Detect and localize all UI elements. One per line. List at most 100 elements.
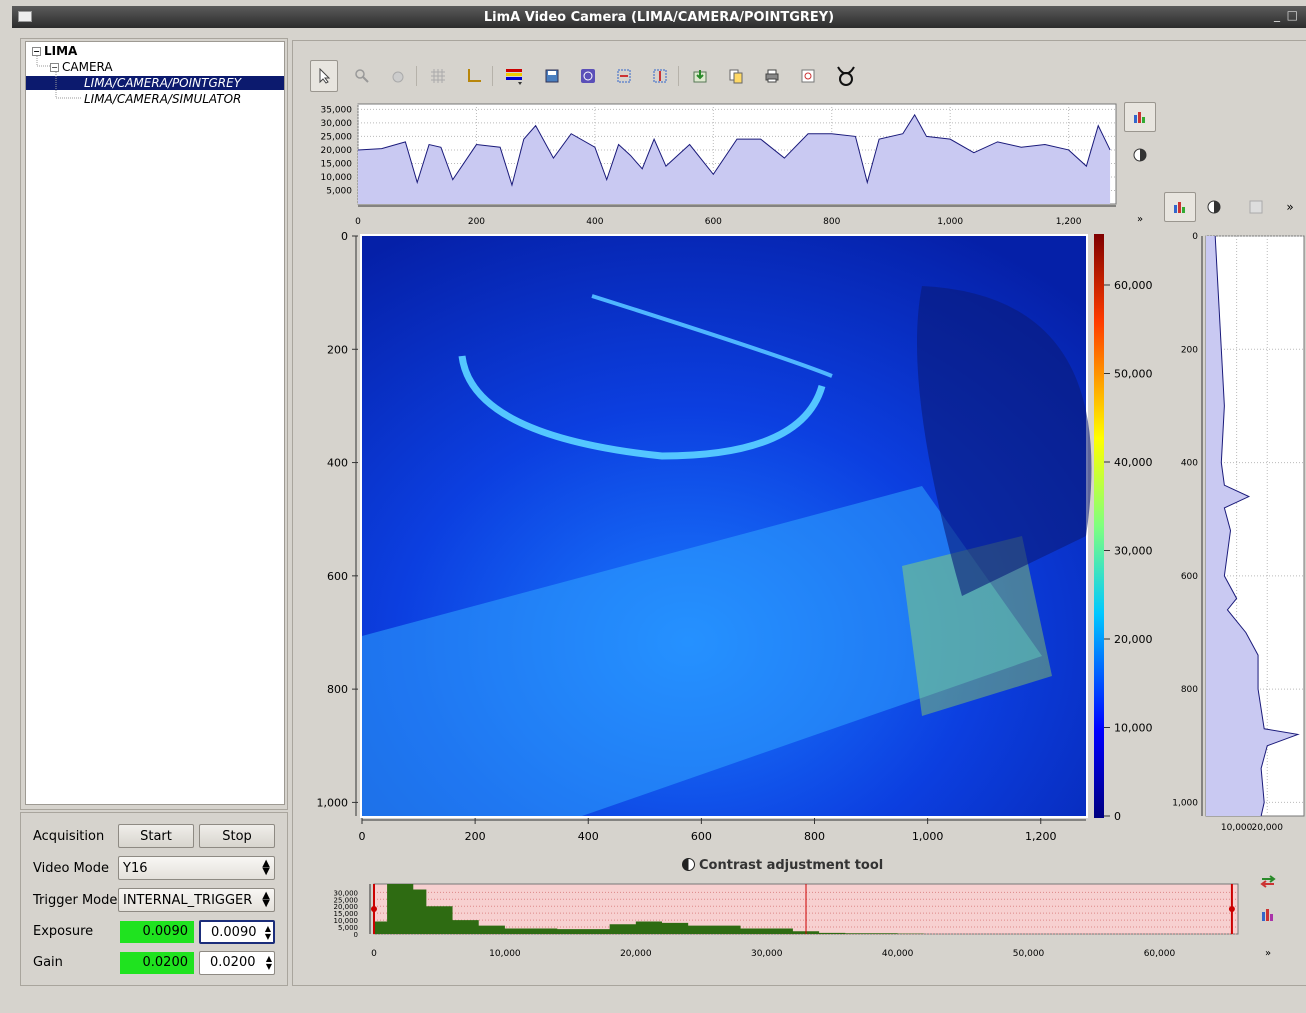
y-tick-label: 1,000	[317, 796, 349, 809]
roi-icon[interactable]	[610, 60, 638, 92]
minimize-button[interactable]: _	[1274, 8, 1280, 22]
window-title: LimA Video Camera (LIMA/CAMERA/POINTGREY…	[483, 9, 835, 25]
spin-arrows-icon[interactable]: ▲ ▼	[265, 925, 271, 941]
video-mode-label: Video Mode	[33, 861, 109, 876]
vertical-profile-plot[interactable]: 0 200 400 600 800 1,000 10,000 20,000	[1160, 226, 1306, 856]
y-tick-label: 400	[327, 457, 348, 470]
colorbar-tick-label: 20,000	[1114, 633, 1153, 646]
maximize-button[interactable]: □	[1287, 8, 1298, 22]
y-tick-label: 600	[327, 570, 348, 583]
y-tick-label: 1,000	[1172, 798, 1198, 808]
x-tick-label: 1,200	[1025, 830, 1057, 843]
acquisition-label: Acquisition	[33, 829, 105, 844]
y-tick-label: 10,000	[321, 173, 353, 183]
gain-input[interactable]: 0.0200 ▲ ▼	[199, 951, 275, 975]
colorbar-tick-label: 10,000	[1114, 721, 1153, 734]
print-icon[interactable]	[758, 60, 786, 92]
y-tick-label: 0	[1192, 232, 1198, 242]
aspect-icon[interactable]	[794, 60, 822, 92]
spin-arrows-icon[interactable]: ▲ ▼	[266, 955, 272, 971]
window-menu-icon[interactable]	[18, 11, 32, 22]
grid-icon[interactable]	[424, 60, 452, 92]
x-tick-label: 30,000	[751, 949, 783, 959]
image-plot[interactable]: 0 200 400 600 800 1,000 1,200 0 200 400 600 800 1,00…	[296, 226, 1162, 856]
histogram-more-icon[interactable]: »	[1252, 938, 1284, 968]
exposure-label: Exposure	[33, 924, 94, 939]
colorbar	[1094, 234, 1104, 818]
tree-item-simulator[interactable]: LIMA/CAMERA/SIMULATOR	[84, 92, 241, 106]
video-mode-select[interactable]: Y16 ▲ ▼	[118, 856, 275, 880]
contrast-toggle-icon[interactable]	[1124, 140, 1156, 170]
x-tick-label: 600	[691, 830, 712, 843]
exposure-readback: 0.0090	[120, 921, 194, 943]
y-tick-label: 0	[341, 230, 348, 243]
y-tick-label: 600	[1181, 572, 1198, 582]
window-titlebar: LimA Video Camera (LIMA/CAMERA/POINTGREY…	[12, 6, 1306, 28]
contrast-histogram-plot[interactable]: 30,00025,00020,00015,00010,0005,00000 10,…	[296, 878, 1246, 966]
camera-controls: Acquisition Start Stop Video Mode Y16 ▲ ▼…	[20, 812, 288, 986]
x-tick-label: 50,000	[1013, 949, 1045, 959]
vprofile-more-icon[interactable]: »	[1276, 192, 1304, 222]
gain-readback: 0.0200	[120, 952, 194, 974]
colorbar-tick-label: 0	[1114, 810, 1121, 823]
x-tick-label: 400	[578, 830, 599, 843]
save-image-icon[interactable]	[538, 60, 566, 92]
device-tree-frame: − LIMA − CAMERA LIMA/CAMERA/POINTGREY LIMA…	[20, 38, 288, 810]
combo-arrows-icon: ▲ ▼	[262, 858, 270, 877]
exposure-input[interactable]: 0.0090 ▲ ▼	[199, 920, 275, 944]
vprofile-histogram-icon[interactable]	[1164, 192, 1196, 222]
vprofile-contrast-icon[interactable]	[1198, 192, 1230, 222]
device-tree[interactable]: − LIMA − CAMERA LIMA/CAMERA/POINTGREY LIMA…	[25, 41, 285, 805]
x-tick-label: 20,000	[620, 949, 652, 959]
gain-label: Gain	[33, 955, 63, 970]
x-tick-label: 800	[804, 830, 825, 843]
colormap-icon[interactable]	[500, 60, 528, 92]
x-tick-label: 0	[371, 949, 377, 959]
y-tick-label: 0	[354, 931, 358, 939]
y-tick-label: 400	[1181, 459, 1198, 469]
tree-lines	[36, 56, 82, 99]
trigger-mode-select[interactable]: INTERNAL_TRIGGER ▲ ▼	[118, 888, 275, 912]
pan-icon[interactable]	[384, 60, 412, 92]
x-tick-label: 1,000	[912, 830, 944, 843]
x-tick-label: 10,000	[489, 949, 521, 959]
x-tick-label: 10,000	[1221, 823, 1253, 833]
export-icon[interactable]	[686, 60, 714, 92]
vprofile-save-icon[interactable]	[1240, 192, 1272, 222]
autoscale-icon[interactable]	[1252, 866, 1284, 896]
taurus-icon[interactable]	[832, 60, 860, 92]
axes-icon[interactable]	[460, 60, 488, 92]
y-tick-label: 200	[1181, 345, 1198, 355]
y-tick-label: 800	[1181, 685, 1198, 695]
x-tick-label: 20,000	[1252, 823, 1284, 833]
x-tick-label: 0	[359, 830, 366, 843]
y-tick-label: 800	[327, 683, 348, 696]
stop-button[interactable]: Stop	[199, 824, 275, 848]
y-tick-label: 15,000	[321, 159, 353, 169]
colorbar-tick-label: 30,000	[1114, 544, 1153, 557]
min-marker-handle	[371, 906, 377, 912]
select-arrow-icon[interactable]	[310, 60, 338, 92]
x-tick-label: 40,000	[882, 949, 914, 959]
max-marker-handle	[1228, 906, 1235, 912]
status-bar	[12, 990, 1306, 1013]
zoom-icon[interactable]	[348, 60, 376, 92]
mask-icon[interactable]	[646, 60, 674, 92]
contrast-icon	[682, 858, 695, 871]
horizontal-profile-plot[interactable]: 35,000 30,000 25,000 20,000 15,000 10,000 5,00…	[296, 98, 1122, 230]
copy-icon[interactable]	[722, 60, 750, 92]
y-tick-label: 30,000	[321, 119, 353, 129]
x-tick-label: 200	[465, 830, 486, 843]
colorbar-tick-label: 60,000	[1114, 279, 1153, 292]
histogram-scale-icon[interactable]	[1252, 900, 1284, 930]
info-icon[interactable]	[574, 60, 602, 92]
contrast-tool-title: Contrast adjustment tool	[682, 858, 883, 873]
start-button[interactable]: Start	[118, 824, 194, 848]
trigger-mode-label: Trigger Mode	[33, 893, 118, 908]
colorbar-tick-label: 50,000	[1114, 367, 1153, 380]
y-tick-label: 25,000	[321, 132, 353, 142]
y-tick-label: 20,000	[321, 146, 353, 156]
histogram-toggle-icon[interactable]	[1124, 102, 1156, 132]
x-tick-label: 60,000	[1144, 949, 1176, 959]
combo-arrows-icon: ▲ ▼	[262, 890, 270, 909]
